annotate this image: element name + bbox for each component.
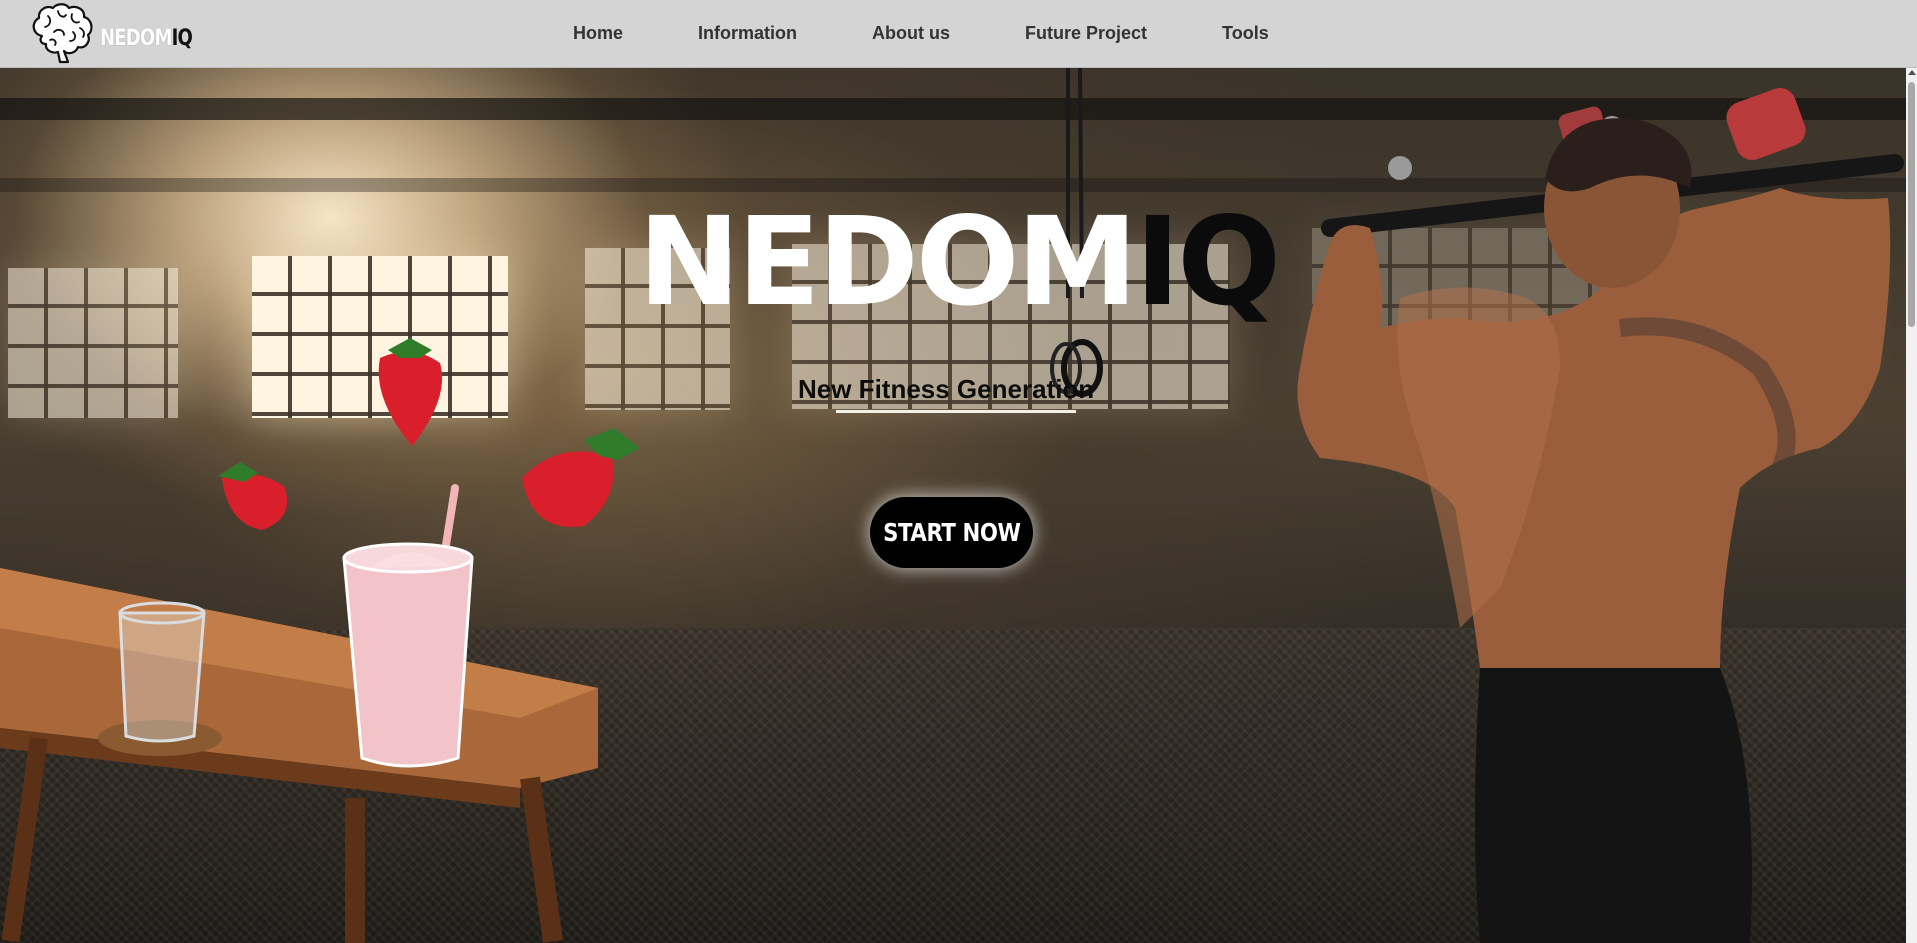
top-navbar: NEDOMIQ Home Information About us Future… <box>0 0 1917 68</box>
strawberry-icon <box>218 462 288 530</box>
brain-icon <box>32 3 93 64</box>
smoothie-glass <box>342 484 474 768</box>
hero-section: NEDOMIQ New Fitness Generation START NOW <box>0 68 1906 943</box>
athlete-illustration <box>1297 118 1891 943</box>
start-now-label: START NOW <box>882 518 1021 547</box>
hero-title: NEDOMIQ <box>638 201 1281 323</box>
scroll-up-arrow-icon[interactable] <box>1908 70 1916 75</box>
hero-title-white: NEDOM <box>638 191 1138 333</box>
tagline-underline <box>836 410 1076 413</box>
brand-name: NEDOMIQ <box>100 25 193 51</box>
hero-title-black: IQ <box>1134 191 1281 333</box>
brand-name-white: NEDOM <box>100 25 172 51</box>
strawberry-icon <box>378 338 443 446</box>
nav-future-project[interactable]: Future Project <box>1025 23 1147 44</box>
main-nav: Home Information About us Future Project… <box>573 0 1269 66</box>
table-illustration <box>0 568 598 943</box>
nav-tools[interactable]: Tools <box>1222 23 1269 44</box>
strawberry-icon <box>522 428 640 527</box>
nav-about-us[interactable]: About us <box>872 23 950 44</box>
scrollbar-thumb[interactable] <box>1908 82 1915 327</box>
start-now-button[interactable]: START NOW <box>870 497 1033 568</box>
brand-logo[interactable]: NEDOMIQ <box>28 0 212 68</box>
nav-home[interactable]: Home <box>573 23 623 44</box>
brand-name-black: IQ <box>171 25 193 51</box>
hero-tagline: New Fitness Generation <box>798 374 1095 404</box>
nav-information[interactable]: Information <box>698 23 797 44</box>
